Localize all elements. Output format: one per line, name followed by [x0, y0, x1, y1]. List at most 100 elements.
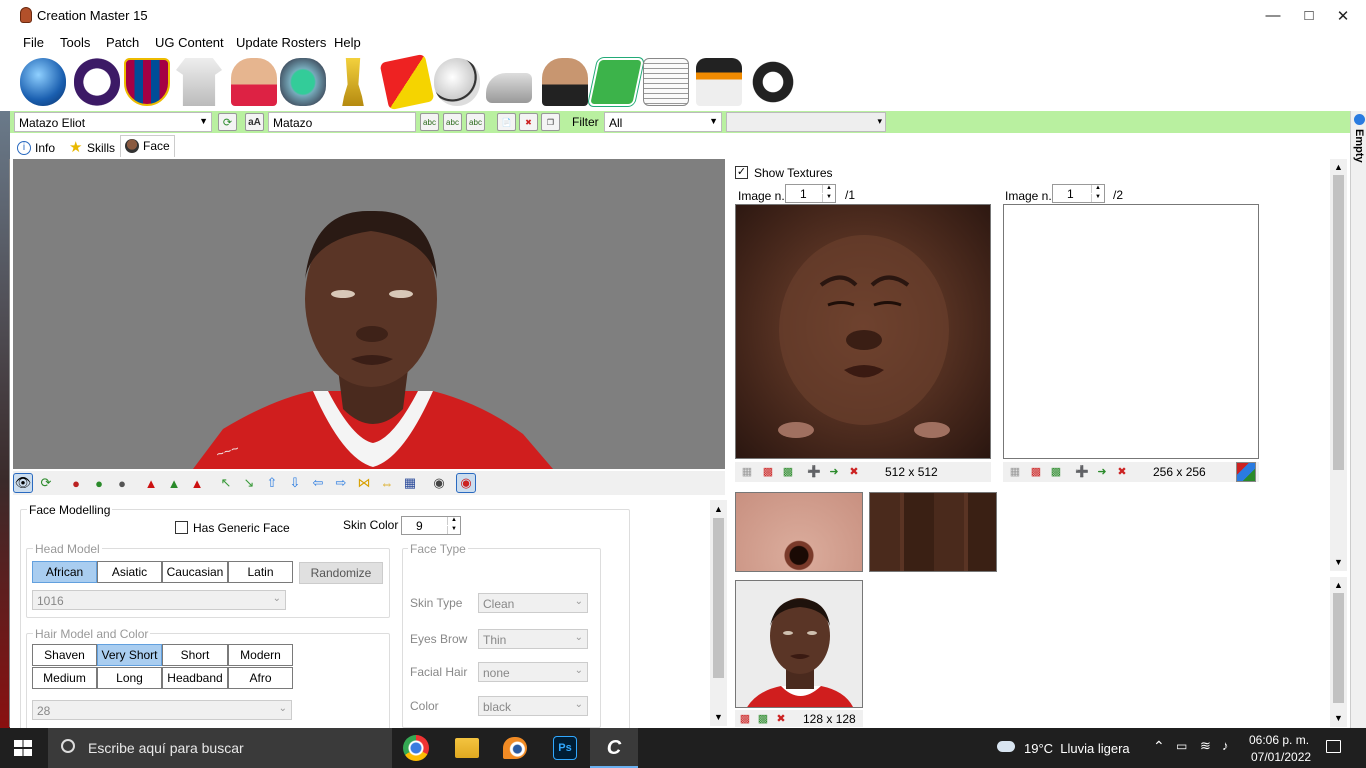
- arrow-up-left-icon[interactable]: ↖: [216, 473, 236, 493]
- hair-headband-button[interactable]: Headband: [162, 667, 228, 689]
- battery-icon[interactable]: ▭: [1176, 739, 1187, 753]
- delete-icon[interactable]: ✖: [519, 113, 538, 131]
- tab-face[interactable]: Face: [120, 135, 175, 157]
- headphones-icon[interactable]: [750, 58, 796, 106]
- import-icon[interactable]: ▩: [759, 462, 777, 480]
- expand-icon[interactable]: ⇔: [377, 473, 397, 493]
- scroll-thumb[interactable]: [1333, 175, 1344, 470]
- new-icon[interactable]: 📄: [497, 113, 516, 131]
- hair-long-button[interactable]: Long: [97, 667, 162, 689]
- scroll-thumb[interactable]: [1333, 593, 1344, 703]
- jersey-toggle-icon[interactable]: ◉: [456, 473, 476, 493]
- wifi-icon[interactable]: ≋: [1200, 738, 1211, 754]
- hair-red-icon[interactable]: ▲: [141, 473, 161, 493]
- newspaper-icon[interactable]: [643, 58, 689, 106]
- scroll-up-icon[interactable]: ▲: [1334, 162, 1343, 172]
- export-icon[interactable]: ▩: [779, 462, 797, 480]
- skin-type-dropdown[interactable]: Clean ⌄: [478, 593, 588, 613]
- arrow-right-icon[interactable]: ⇨: [331, 473, 351, 493]
- refresh-icon[interactable]: ⟳: [218, 113, 237, 131]
- face-3d-viewport[interactable]: ~~~: [13, 159, 725, 469]
- import-icon[interactable]: ▩: [1027, 462, 1045, 480]
- head-caucasian-button[interactable]: Caucasian: [162, 561, 228, 583]
- head-red-icon[interactable]: ●: [66, 473, 86, 493]
- clock-time[interactable]: 06:06 p. m.: [1249, 733, 1309, 747]
- facial-hair-dropdown[interactable]: none ⌄: [478, 662, 588, 682]
- stepper-up-icon[interactable]: ▲: [447, 517, 460, 525]
- export-icon[interactable]: ▩: [754, 710, 772, 726]
- eye-icon[interactable]: 👁: [13, 473, 33, 493]
- scroll-down-icon[interactable]: ▼: [1334, 713, 1343, 723]
- kit-icon[interactable]: [176, 58, 222, 106]
- scroll-up-icon[interactable]: ▲: [714, 504, 723, 514]
- creation-master-icon[interactable]: C: [600, 734, 628, 762]
- texture-scrollbar-bottom[interactable]: ▲ ▼: [1330, 577, 1347, 727]
- fcb-crest-icon[interactable]: [124, 58, 170, 106]
- copy-icon[interactable]: ❐: [541, 113, 560, 131]
- filter-combo[interactable]: All ▼: [604, 112, 722, 132]
- player-icon[interactable]: [231, 58, 277, 106]
- chrome-icon[interactable]: [403, 735, 429, 761]
- abc-icon[interactable]: abc: [466, 113, 485, 131]
- randomize-button[interactable]: Randomize: [299, 562, 383, 584]
- arrow-down-right-icon[interactable]: ↘: [239, 473, 259, 493]
- gloves-icon[interactable]: [696, 58, 742, 106]
- eyes-brow-dropdown[interactable]: Thin ⌄: [478, 629, 588, 649]
- weather-text[interactable]: 19°C Lluvia ligera: [1024, 741, 1130, 756]
- head-asiatic-button[interactable]: Asiatic: [97, 561, 162, 583]
- scroll-down-icon[interactable]: ▼: [714, 712, 723, 722]
- eye-texture-image[interactable]: [735, 492, 863, 572]
- replace-icon[interactable]: ➜: [825, 462, 843, 480]
- abc-icon[interactable]: abc: [420, 113, 439, 131]
- taskbar-search[interactable]: Escribe aquí para buscar: [48, 728, 392, 768]
- save-icon[interactable]: ▦: [738, 462, 756, 480]
- close-icon[interactable]: ✕: [1320, 0, 1366, 31]
- hair-medium-button[interactable]: Medium: [32, 667, 97, 689]
- hair-afro-button[interactable]: Afro: [228, 667, 293, 689]
- pin-icon[interactable]: [1354, 114, 1365, 125]
- stepper-down-icon[interactable]: ▼: [1091, 194, 1104, 202]
- second-texture-image[interactable]: [1003, 204, 1259, 459]
- tab-info[interactable]: i Info: [12, 137, 60, 157]
- show-textures-checkbox[interactable]: ✓: [735, 166, 748, 179]
- player-photo[interactable]: [735, 580, 863, 708]
- color-dropdown[interactable]: black ⌄: [478, 696, 588, 716]
- import-icon[interactable]: ▩: [736, 710, 754, 726]
- hair-very-short-button[interactable]: Very Short: [97, 644, 162, 666]
- stepper-up-icon[interactable]: ▲: [822, 185, 835, 193]
- stepper-down-icon[interactable]: ▼: [447, 526, 460, 534]
- notifications-icon[interactable]: [1326, 740, 1341, 753]
- remove-icon[interactable]: ✖: [1113, 462, 1131, 480]
- stepper-up-icon[interactable]: ▲: [1091, 185, 1104, 193]
- hair-green-icon[interactable]: ▲: [164, 473, 184, 493]
- replace-icon[interactable]: ➜: [1093, 462, 1111, 480]
- boots-icon[interactable]: [486, 73, 532, 103]
- head-green-icon[interactable]: ●: [89, 473, 109, 493]
- side-tab-empty[interactable]: Empty: [1353, 129, 1365, 163]
- hair-short-button[interactable]: Short: [162, 644, 228, 666]
- menu-file[interactable]: File: [23, 35, 44, 50]
- file-explorer-icon[interactable]: [455, 738, 479, 758]
- short-name-field[interactable]: Matazo: [268, 112, 416, 132]
- left-panel-scrollbar[interactable]: ▲ ▼: [710, 500, 727, 726]
- export-icon[interactable]: ▩: [1047, 462, 1065, 480]
- head-model-dropdown[interactable]: 1016 ⌄: [32, 590, 286, 610]
- player-combo[interactable]: Matazo Eliot ▼: [14, 112, 212, 132]
- blender-icon[interactable]: [503, 737, 527, 759]
- menu-patch[interactable]: Patch: [106, 35, 139, 50]
- add-icon[interactable]: ➕: [1073, 462, 1091, 480]
- secondary-combo[interactable]: ▾: [726, 112, 886, 132]
- skin-color-stepper[interactable]: 9 ▲ ▼: [401, 516, 461, 535]
- chevron-up-icon[interactable]: ⌃: [1153, 738, 1165, 755]
- menu-tools[interactable]: Tools: [60, 35, 90, 50]
- head-african-button[interactable]: African: [32, 561, 97, 583]
- arrow-left-icon[interactable]: ⇦: [308, 473, 328, 493]
- color-picker-icon[interactable]: [1236, 462, 1256, 482]
- hair-delete-icon[interactable]: ▲: [187, 473, 207, 493]
- image-n-stepper[interactable]: 1 ▲ ▼: [785, 184, 836, 203]
- scroll-thumb[interactable]: [713, 518, 724, 678]
- scroll-up-icon[interactable]: ▲: [1334, 580, 1343, 590]
- head-latin-button[interactable]: Latin: [228, 561, 293, 583]
- generic-face-checkbox[interactable]: [175, 521, 188, 534]
- face-texture-image[interactable]: [735, 204, 991, 459]
